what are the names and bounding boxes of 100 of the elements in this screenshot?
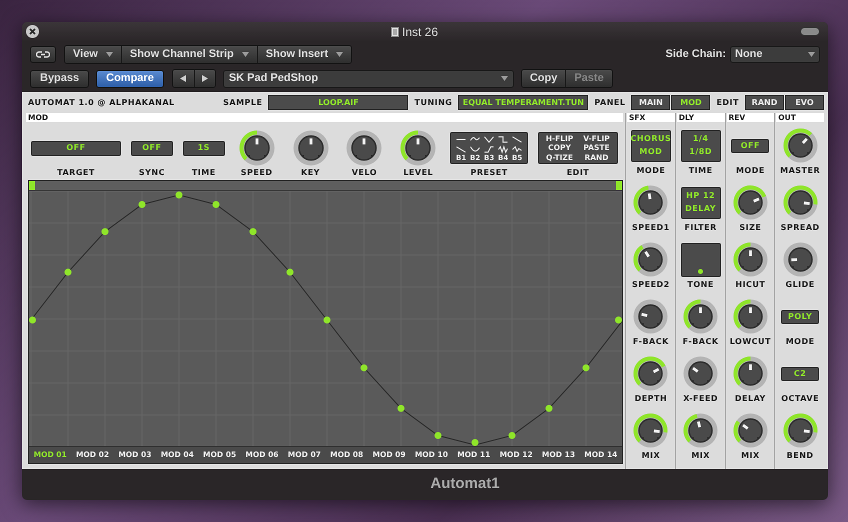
knob[interactable] [633,356,668,391]
control-label: SPEED2 [632,281,670,289]
control-label: BEND [786,452,814,460]
wave-shape-icon [455,144,468,154]
close-icon [29,28,36,35]
knob[interactable] [683,356,718,391]
control-label: MASTER [780,167,820,175]
plugin-title: AUTOMAT 1.0 @ ALPHAKANAL [28,96,175,108]
control-label: FILTER [684,224,717,232]
wave-shape-icon [469,144,482,154]
caret-icon [242,52,249,57]
control-label: DELAY [734,395,766,403]
sample-field[interactable]: LOOP.AIF [268,95,408,110]
control-label: MIX [691,452,710,460]
control-label: SYNC [138,169,165,177]
knob[interactable] [633,185,668,220]
knob[interactable] [732,185,768,220]
value-button[interactable]: OFF [731,138,770,152]
knob[interactable] [346,130,382,166]
knob[interactable] [633,242,668,277]
wave-shape-icon [511,134,524,144]
document-icon [390,26,399,36]
control-label: F-BACK [682,338,719,346]
knob[interactable] [633,299,668,334]
value-button[interactable]: OFF [130,140,173,156]
xy-pad[interactable] [680,242,721,276]
knob[interactable] [782,128,818,163]
control-label: SAMPLE [223,98,262,106]
control-label: LOWCUT [730,338,771,346]
preset-select[interactable]: SK Pad PedShop [222,70,514,88]
control-label: OCTAVE [781,395,820,403]
control-label: SPEED [240,169,272,177]
side-chain-select[interactable]: None [730,46,820,63]
control-label: PANEL [594,98,626,106]
value-button[interactable]: C2 [781,366,820,380]
control-label: DEPTH [634,395,668,403]
control-label: KEY [301,169,320,177]
value-button[interactable]: POLY [781,310,820,324]
knob[interactable] [292,130,328,166]
panel-tab[interactable]: MAIN [631,95,670,110]
control-label: X-FEED [683,395,718,403]
wave-shape-icon [483,134,496,144]
control-label: TIME [688,167,713,175]
knob[interactable] [782,185,818,220]
caret-icon [808,52,815,57]
edit-button[interactable]: RAND [745,95,784,110]
value-button[interactable]: 1/4 1/8D [680,130,721,162]
view-menu[interactable]: Show Insert [256,46,352,63]
right-arrow-icon [202,75,208,82]
toolbar-toggle-button[interactable] [800,27,820,36]
copy-button[interactable]: Copy [522,70,566,87]
previous-preset-button[interactable] [172,70,194,87]
control-label: TUNING [414,98,452,106]
left-arrow-icon [180,75,186,82]
control-label: MODE [636,167,666,175]
value-button[interactable]: OFF [31,140,121,156]
control-label: VELO [352,169,378,177]
tuning-field[interactable]: EQUAL TEMPERAMENT.TUN [458,95,588,110]
knob[interactable] [732,299,768,334]
bypass-button[interactable]: Bypass [30,70,90,88]
compare-button[interactable]: Compare [96,70,164,88]
close-button[interactable] [26,25,39,38]
control-label: MODE [736,167,765,175]
value-button[interactable]: 1S [182,140,225,156]
edit-button[interactable]: EVO [785,95,824,110]
next-preset-button[interactable] [194,70,215,87]
range-start-handle[interactable] [29,181,35,190]
link-button[interactable] [30,46,56,63]
knob[interactable] [400,130,436,166]
view-menu[interactable]: Show Channel Strip [120,46,257,63]
control-label: PRESET [470,169,508,177]
knob[interactable] [633,413,668,448]
wave-shape-icon [497,134,510,144]
value-button[interactable]: HP 12 DELAY [680,186,721,218]
wave-shape-icon [483,144,496,154]
control-label: TONE [687,281,714,289]
knob[interactable] [732,413,768,448]
value-button[interactable]: CHORUS MOD [630,130,671,162]
knob[interactable] [782,413,818,448]
link-icon [36,50,50,59]
control-label: GLIDE [786,281,815,289]
side-chain-label: Side Chain: [665,47,726,62]
knob[interactable] [683,299,718,334]
knob[interactable] [732,242,768,277]
control-label: HICUT [735,281,766,289]
pad-handle-icon[interactable] [698,268,704,274]
knob[interactable] [782,242,818,277]
view-menu[interactable]: View [65,46,121,63]
range-end-handle[interactable] [616,181,622,190]
control-label: SIZE [739,224,762,232]
panel-tab[interactable]: MOD [671,95,710,110]
window-title: Inst 26 [402,24,438,40]
knob[interactable] [238,130,275,166]
knob[interactable] [732,356,768,391]
caret-icon [500,76,508,81]
control-label: EDIT [566,169,590,177]
caret-icon [106,52,113,57]
control-label: TARGET [57,169,95,177]
knob[interactable] [683,413,718,448]
wave-shape-icon [511,144,524,154]
